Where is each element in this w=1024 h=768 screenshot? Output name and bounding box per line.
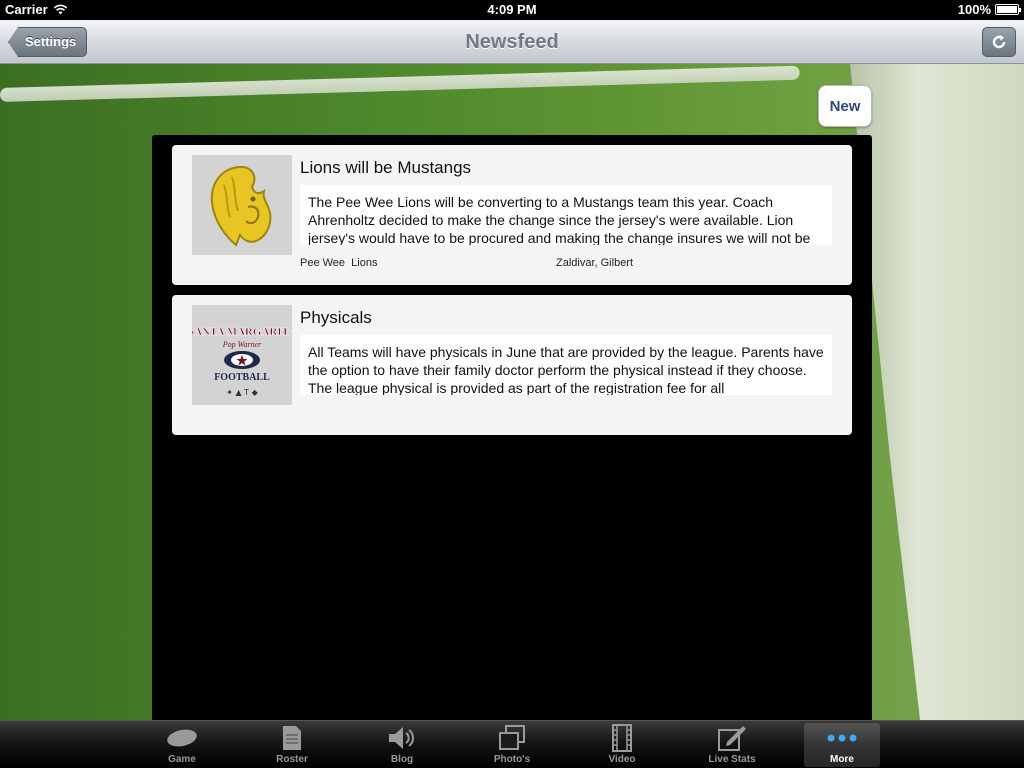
tab-roster[interactable]: Roster: [254, 723, 330, 767]
refresh-icon: [992, 35, 1006, 49]
logo-text-santa-margarita: SANTA MARGARITA: [192, 326, 292, 338]
document-icon: [276, 724, 308, 752]
news-thumbnail: SANTA MARGARITA Pop Warner FOOTBALL ✦ ▲ …: [192, 305, 292, 405]
tab-label: Game: [168, 754, 196, 765]
more-icon: [826, 724, 858, 752]
tab-label: Live Stats: [708, 754, 756, 765]
news-body: The Pee Wee Lions will be converting to …: [300, 185, 832, 245]
lion-logo-icon: [210, 165, 272, 247]
tab-blog[interactable]: Blog: [364, 723, 440, 767]
status-bar: Carrier 4:09 PM 100%: [0, 0, 1024, 20]
battery-icon: [995, 4, 1021, 15]
speaker-icon: [386, 724, 418, 752]
tab-game[interactable]: Game: [144, 723, 220, 767]
santa-margarita-logo-icon: SANTA MARGARITA Pop Warner FOOTBALL ✦ ▲ …: [192, 326, 292, 397]
navigation-bar: Settings Newsfeed: [0, 20, 1024, 64]
tab-video[interactable]: Video: [584, 723, 660, 767]
film-icon: [606, 724, 638, 752]
tab-more[interactable]: More: [804, 723, 880, 767]
newsfeed-panel: Lions will be Mustangs The Pee Wee Lions…: [152, 135, 872, 720]
news-team: Pee Wee Lions: [300, 257, 378, 269]
edit-icon: [716, 724, 748, 752]
app-screen: Carrier 4:09 PM 100% Settings Newsfeed N…: [0, 0, 1024, 768]
news-thumbnail: [192, 155, 292, 255]
news-item[interactable]: SANTA MARGARITA Pop Warner FOOTBALL ✦ ▲ …: [172, 295, 852, 435]
news-author: Zaldivar, Gilbert: [556, 257, 634, 269]
news-headline: Physicals: [300, 308, 372, 327]
news-item[interactable]: Lions will be Mustangs The Pee Wee Lions…: [172, 145, 852, 285]
battery-info: 100%: [957, 2, 1021, 17]
tab-photos[interactable]: Photo's: [474, 723, 550, 767]
logo-decor-icons: ✦ ▲ T ◆: [226, 388, 258, 397]
page-title: Newsfeed: [465, 31, 559, 53]
logo-text-pop-warner: Pop Warner: [222, 340, 262, 349]
tab-label: Roster: [276, 754, 308, 765]
tab-label: More: [830, 754, 854, 765]
logo-text-football: FOOTBALL: [214, 372, 270, 383]
tab-label: Blog: [390, 754, 414, 765]
refresh-button[interactable]: [982, 27, 1016, 57]
tab-bar: Game Roster Blog Photo's Video Live Stat…: [0, 720, 1024, 768]
tab-live-stats[interactable]: Live Stats: [694, 723, 770, 767]
photos-icon: [496, 724, 528, 752]
news-headline: Lions will be Mustangs: [300, 158, 472, 177]
football-icon: [166, 724, 198, 752]
tab-label: Photo's: [493, 754, 531, 765]
status-time: 4:09 PM: [487, 2, 537, 17]
battery-percent: 100%: [957, 2, 991, 17]
news-body: All Teams will have physicals in June th…: [300, 335, 832, 395]
tab-label: Video: [608, 754, 636, 765]
new-post-button[interactable]: New: [818, 85, 872, 127]
